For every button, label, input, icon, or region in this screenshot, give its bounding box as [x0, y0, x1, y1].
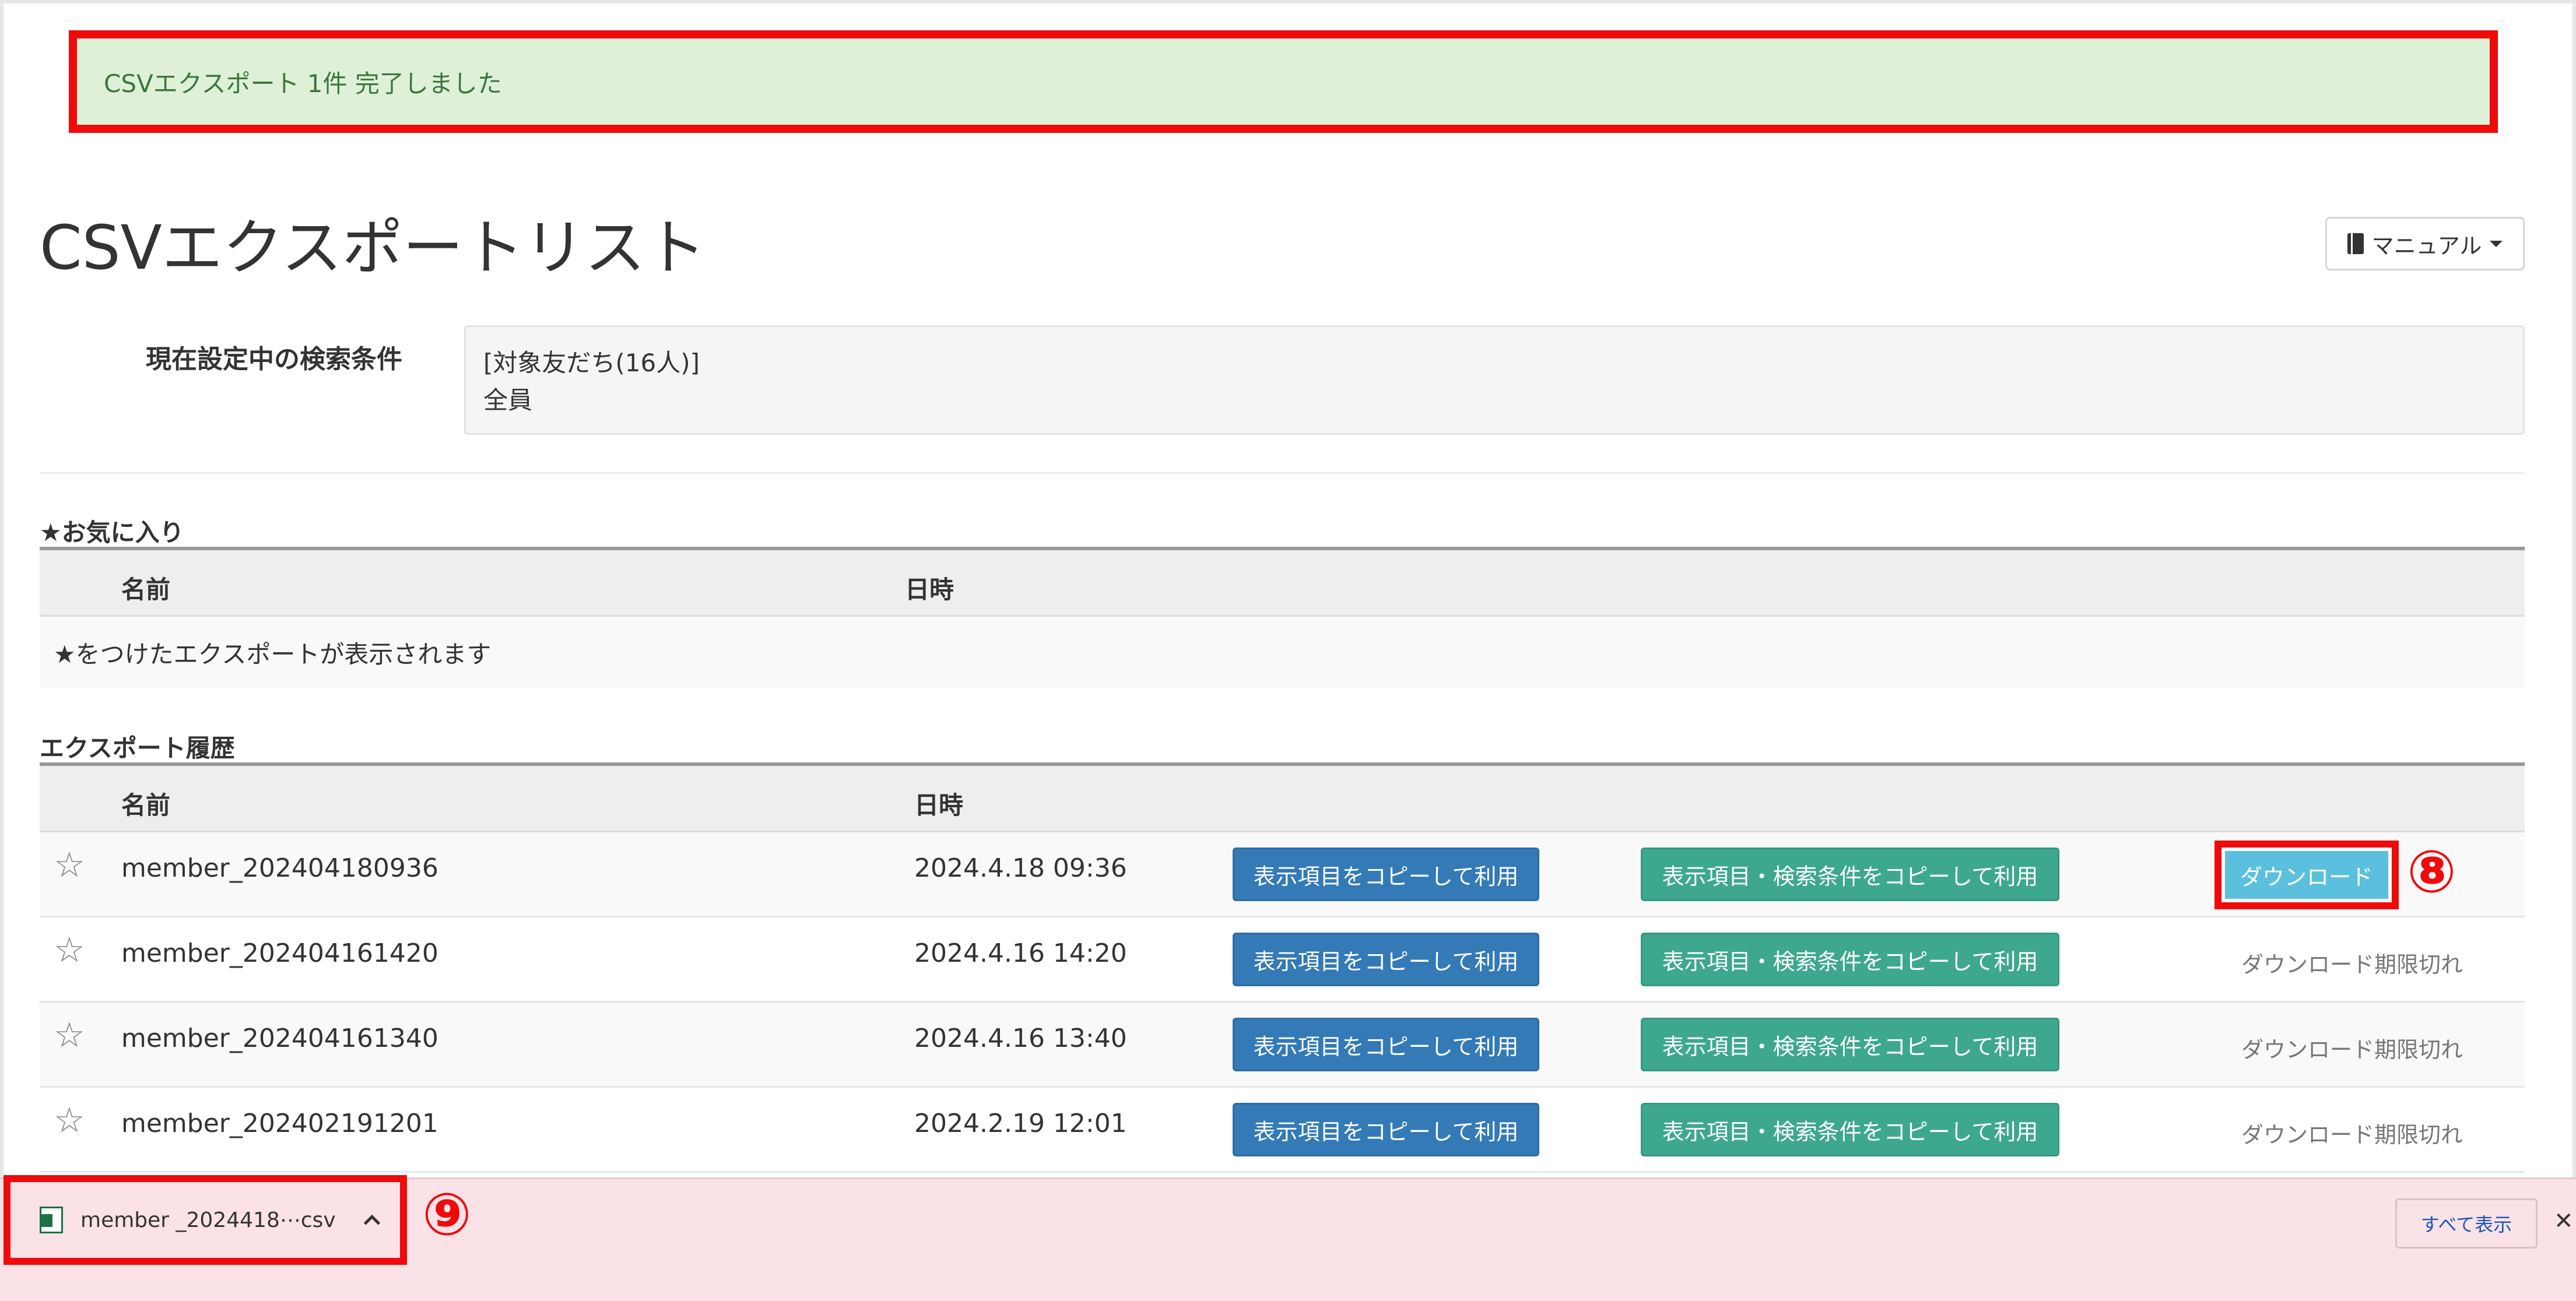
- page-title: CSVエクスポートリスト: [40, 212, 706, 283]
- copy-columns-conditions-button[interactable]: 表示項目・検索条件をコピーして利用: [1641, 933, 2059, 986]
- close-icon[interactable]: ✕: [2554, 1208, 2574, 1235]
- history-header: 名前 日時: [40, 762, 2525, 832]
- copy-columns-button[interactable]: 表示項目をコピーして利用: [1233, 933, 1539, 986]
- show-all-button[interactable]: すべて表示: [2395, 1198, 2538, 1249]
- alert-message: CSVエクスポート 1件 完了しました: [104, 69, 502, 98]
- favorites-col-name: 名前: [121, 575, 171, 604]
- search-condition-box: [対象友だち(16人)] 全員: [464, 325, 2525, 435]
- favorites-title: ★お気に入り: [40, 518, 184, 547]
- export-date: 2024.4.16 14:20: [914, 938, 1127, 968]
- export-date: 2024.2.19 12:01: [914, 1109, 1127, 1138]
- history-table: 名前 日時 ☆ member_202404180936 2024.4.18 09…: [40, 762, 2525, 1173]
- copy-columns-button[interactable]: 表示項目をコピーして利用: [1233, 848, 1539, 901]
- manual-label: マニュアル: [2371, 233, 2482, 259]
- annotation-marker-8: ⑧: [2407, 838, 2456, 906]
- history-col-name: 名前: [121, 791, 171, 820]
- history-col-date: 日時: [914, 791, 964, 820]
- export-name: member_202404161420: [121, 938, 438, 968]
- copy-columns-conditions-button[interactable]: 表示項目・検索条件をコピーして利用: [1641, 1018, 2059, 1071]
- manual-dropdown-button[interactable]: マニュアル: [2325, 217, 2525, 270]
- copy-columns-conditions-button[interactable]: 表示項目・検索条件をコピーして利用: [1641, 1103, 2059, 1156]
- book-icon: [2347, 233, 2364, 254]
- caret-down-icon: [2490, 240, 2503, 247]
- download-expired-text: ダウンロード期限切れ: [2241, 952, 2463, 977]
- table-row: ☆ member_202404161420 2024.4.16 14:20 表示…: [40, 917, 2525, 1003]
- excel-file-icon: [40, 1207, 63, 1233]
- success-alert: CSVエクスポート 1件 完了しました: [69, 30, 2498, 133]
- download-expired-text: ダウンロード期限切れ: [2241, 1037, 2463, 1063]
- table-row: ☆ member_202402191201 2024.2.19 12:01 表示…: [40, 1088, 2525, 1173]
- search-condition-label: 現在設定中の検索条件: [146, 344, 402, 374]
- favorites-empty-row: ★をつけたエクスポートが表示されます: [40, 617, 2525, 688]
- export-date: 2024.4.18 09:36: [914, 853, 1127, 883]
- download-button[interactable]: ダウンロード: [2225, 851, 2388, 899]
- copy-columns-conditions-button[interactable]: 表示項目・検索条件をコピーして利用: [1641, 848, 2059, 901]
- download-file-name: member _2024418⋯csv: [80, 1208, 336, 1232]
- copy-columns-button[interactable]: 表示項目をコピーして利用: [1233, 1018, 1539, 1071]
- star-icon[interactable]: ☆: [54, 848, 85, 882]
- history-title: エクスポート履歴: [40, 734, 235, 762]
- star-icon[interactable]: ☆: [54, 933, 85, 968]
- favorites-col-date: 日時: [905, 575, 954, 604]
- export-name: member_202404161340: [121, 1024, 438, 1053]
- export-date: 2024.4.16 13:40: [914, 1024, 1127, 1053]
- condition-target: [対象友だち(16人)]: [483, 349, 700, 377]
- divider: [40, 472, 2525, 474]
- download-item[interactable]: member _2024418⋯csv: [3, 1175, 407, 1265]
- favorites-table: 名前 日時 ★をつけたエクスポートが表示されます: [40, 547, 2525, 688]
- export-name: member_202402191201: [121, 1109, 438, 1138]
- copy-columns-button[interactable]: 表示項目をコピーして利用: [1233, 1103, 1539, 1156]
- star-icon[interactable]: ☆: [54, 1103, 85, 1138]
- star-icon[interactable]: ☆: [54, 1018, 85, 1053]
- annotation-marker-9: ⑨: [422, 1180, 472, 1249]
- condition-scope: 全員: [483, 386, 533, 414]
- chevron-up-icon[interactable]: [363, 1214, 381, 1232]
- export-name: member_202404180936: [121, 853, 438, 883]
- download-expired-text: ダウンロード期限切れ: [2241, 1122, 2463, 1148]
- table-row: ☆ member_202404180936 2024.4.18 09:36 表示…: [40, 832, 2525, 917]
- table-row: ☆ member_202404161340 2024.4.16 13:40 表示…: [40, 1003, 2525, 1088]
- favorites-header: 名前 日時: [40, 547, 2525, 617]
